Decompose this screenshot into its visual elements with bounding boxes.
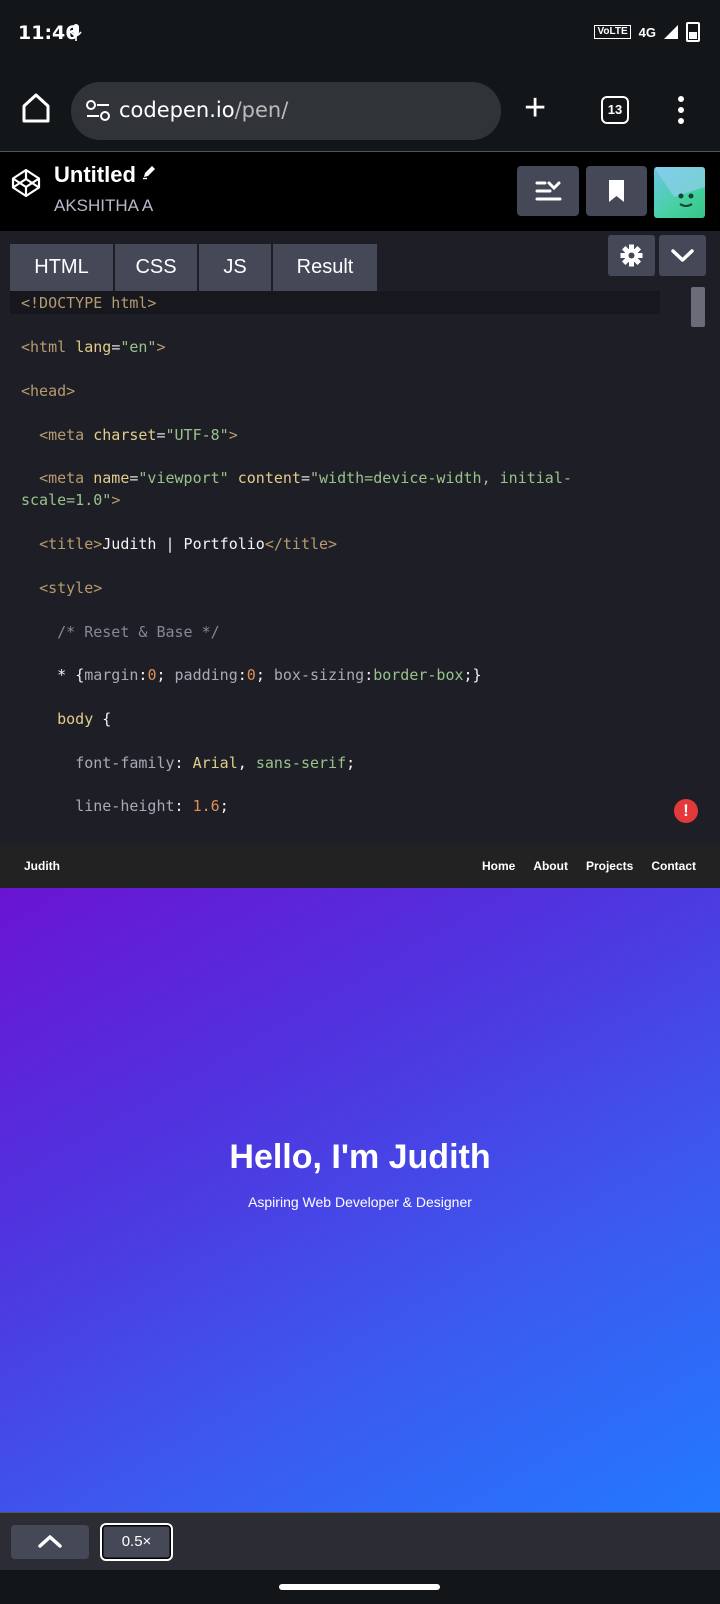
gesture-handle[interactable] bbox=[279, 1584, 440, 1590]
collapse-editor-button[interactable] bbox=[659, 235, 706, 276]
url-domain: codepen.io bbox=[119, 98, 235, 122]
tab-css[interactable]: CSS bbox=[115, 244, 197, 291]
site-settings-icon[interactable] bbox=[85, 99, 111, 128]
code-line: <meta name="viewport" content="width=dev… bbox=[39, 469, 572, 487]
pen-title[interactable]: Untitled bbox=[54, 162, 136, 188]
status-bar: 11:46 VoLTE 4G bbox=[0, 0, 720, 70]
code-line: /* Reset & Base */ bbox=[57, 623, 220, 641]
code-line: <!DOCTYPE html> bbox=[21, 294, 157, 312]
code-line-wrap: scale=1.0"> bbox=[21, 491, 121, 509]
pen-author[interactable]: AKSHITHA A bbox=[54, 196, 153, 216]
mic-icon bbox=[70, 24, 82, 47]
expand-console-button[interactable] bbox=[11, 1525, 89, 1559]
more-menu-icon[interactable] bbox=[678, 96, 684, 129]
hero-title: Hello, I'm Judith bbox=[229, 1138, 491, 1176]
codepen-header: Untitled AKSHITHA A bbox=[0, 152, 720, 231]
editor-scrollbar[interactable] bbox=[691, 287, 705, 327]
site-logo[interactable]: Judith bbox=[24, 859, 60, 873]
code-line: <head> bbox=[21, 382, 76, 400]
editor-settings-button[interactable] bbox=[608, 235, 655, 276]
hero-section: Hello, I'm Judith Aspiring Web Developer… bbox=[0, 888, 720, 1512]
change-view-button[interactable] bbox=[517, 166, 579, 216]
editor-tabs: HTML CSS JS Result bbox=[10, 244, 377, 291]
gear-icon bbox=[620, 244, 643, 267]
url-text: codepen.io/pen/ bbox=[119, 98, 288, 122]
home-button[interactable] bbox=[16, 88, 56, 128]
nav-link-about[interactable]: About bbox=[533, 859, 568, 873]
code-line: body { bbox=[57, 710, 112, 728]
site-navbar: Judith Home About Projects Contact bbox=[0, 845, 720, 888]
tab-js[interactable]: JS bbox=[199, 244, 271, 291]
tab-switcher-button[interactable]: 13 bbox=[601, 96, 629, 124]
hero-subtitle: Aspiring Web Developer & Designer bbox=[248, 1194, 472, 1210]
code-line: * {margin:0; padding:0; box-sizing:borde… bbox=[57, 666, 482, 684]
layout-icon bbox=[535, 181, 562, 201]
tab-result[interactable]: Result bbox=[273, 244, 377, 291]
nav-link-home[interactable]: Home bbox=[482, 859, 515, 873]
code-editor-panel: HTML CSS JS Result <!DOCTYPE html> <html… bbox=[0, 231, 720, 845]
site-nav-links: Home About Projects Contact bbox=[482, 859, 696, 873]
codepen-bottom-bar: 0.5× bbox=[0, 1512, 720, 1570]
url-path: /pen/ bbox=[234, 98, 289, 122]
nav-link-contact[interactable]: Contact bbox=[651, 859, 696, 873]
bookmark-icon bbox=[609, 180, 624, 202]
chevron-down-icon bbox=[671, 249, 694, 262]
code-line: font-family: Arial, sans-serif; bbox=[75, 754, 356, 772]
chevron-up-icon bbox=[38, 1535, 62, 1548]
bookmark-button[interactable] bbox=[586, 166, 647, 216]
battery-icon bbox=[686, 22, 700, 42]
code-line: <style> bbox=[39, 579, 103, 597]
user-avatar[interactable] bbox=[654, 167, 705, 218]
code-line: <meta charset="UTF-8"> bbox=[39, 426, 238, 444]
system-nav-bar bbox=[0, 1570, 720, 1604]
tab-html[interactable]: HTML bbox=[10, 244, 113, 291]
home-icon bbox=[22, 93, 50, 123]
volte-badge: VoLTE bbox=[594, 25, 631, 39]
address-bar[interactable]: codepen.io/pen/ bbox=[71, 82, 501, 140]
code-line: <title>Judith | Portfolio</title> bbox=[39, 535, 338, 553]
edit-title-icon[interactable] bbox=[141, 164, 157, 185]
codepen-logo-icon[interactable] bbox=[11, 168, 41, 203]
error-icon[interactable]: ! bbox=[674, 799, 698, 823]
network-type: 4G bbox=[638, 24, 656, 40]
browser-toolbar: codepen.io/pen/ + 13 bbox=[0, 70, 720, 152]
code-line: line-height: 1.6; bbox=[75, 797, 229, 815]
code-line: <html lang="en"> bbox=[21, 338, 166, 356]
result-preview: Judith Home About Projects Contact Hello… bbox=[0, 845, 720, 1512]
zoom-button[interactable]: 0.5× bbox=[100, 1523, 173, 1561]
signal-icon bbox=[664, 25, 678, 39]
new-tab-button[interactable]: + bbox=[524, 88, 546, 128]
nav-link-projects[interactable]: Projects bbox=[586, 859, 633, 873]
